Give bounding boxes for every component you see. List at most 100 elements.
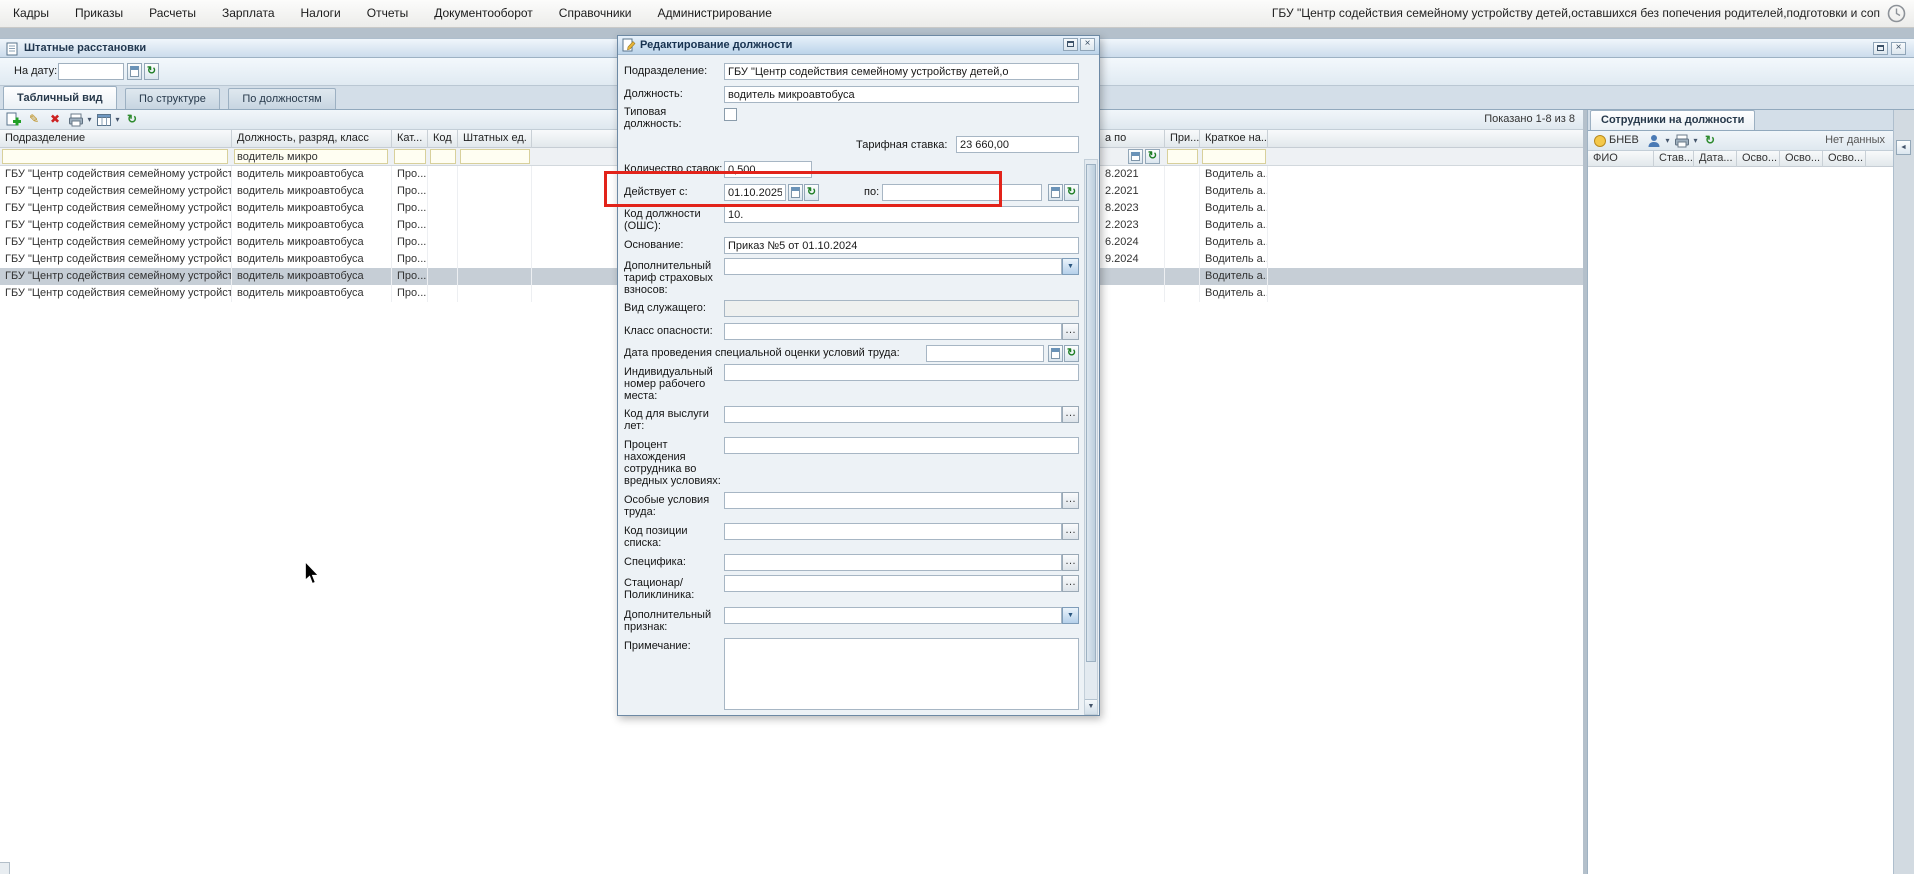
harmful-percent-input[interactable]: [724, 437, 1079, 454]
tab-employees-on-position[interactable]: Сотрудники на должности: [1590, 110, 1756, 130]
dropdown-trigger-icon[interactable]: ▼: [1062, 607, 1079, 624]
calendar-icon[interactable]: [1048, 184, 1063, 201]
calendar-green-icon[interactable]: ↻: [1064, 345, 1079, 362]
filter-position-input[interactable]: [234, 149, 388, 164]
filter-short-name-input[interactable]: [1202, 149, 1266, 164]
filter-units-input[interactable]: [460, 149, 530, 164]
delete-icon[interactable]: ✖: [47, 112, 63, 128]
hazard-class-input[interactable]: [724, 323, 1062, 340]
calendar-icon[interactable]: [1048, 345, 1063, 362]
refresh-icon[interactable]: ↻: [124, 112, 140, 128]
scroll-down-icon[interactable]: ▼: [1085, 699, 1097, 714]
hospital-input[interactable]: [724, 575, 1062, 592]
calendar-icon[interactable]: [127, 63, 142, 80]
menu-item-prikazy[interactable]: Приказы: [62, 0, 136, 27]
scrollbar-thumb[interactable]: [1086, 164, 1096, 662]
extra-tariff-input[interactable]: [724, 258, 1062, 275]
tab-table-view[interactable]: Табличный вид: [3, 86, 117, 109]
list-position-code-input[interactable]: [724, 523, 1062, 540]
note-textarea[interactable]: [724, 638, 1079, 710]
bnev-icon[interactable]: [1592, 134, 1608, 150]
bnev-label[interactable]: БНЕВ: [1609, 131, 1639, 150]
column-header-stav[interactable]: Став...: [1654, 151, 1694, 167]
column-header-short-name[interactable]: Краткое на...: [1200, 130, 1268, 148]
ellipsis-picker-icon[interactable]: …: [1062, 492, 1079, 509]
ellipsis-picker-icon[interactable]: …: [1062, 554, 1079, 571]
print-icon[interactable]: [1674, 133, 1690, 149]
collapse-panel-icon[interactable]: ◄: [1896, 140, 1911, 155]
column-header-osvo-2[interactable]: Осво...: [1780, 151, 1823, 167]
ellipsis-picker-icon[interactable]: …: [1062, 323, 1079, 340]
filter-date-green-icon[interactable]: ↻: [1145, 149, 1160, 164]
special-conditions-input[interactable]: [724, 492, 1062, 509]
filter-category-input[interactable]: [394, 149, 426, 164]
ellipsis-picker-icon[interactable]: …: [1062, 406, 1079, 423]
extra-attr-input[interactable]: [724, 607, 1062, 624]
operations-menu-arrow-icon[interactable]: ▾: [113, 112, 122, 128]
dialog-minimize-button[interactable]: [1063, 38, 1078, 51]
column-header-pri[interactable]: При...: [1165, 130, 1200, 148]
refresh-icon[interactable]: ↻: [1702, 133, 1718, 149]
column-header-code[interactable]: Код: [428, 130, 458, 148]
menu-item-spravochniki[interactable]: Справочники: [546, 0, 645, 27]
seniority-code-input[interactable]: [724, 406, 1062, 423]
on-date-input[interactable]: [58, 63, 124, 80]
tab-by-positions[interactable]: По должностям: [228, 88, 336, 109]
clock-icon[interactable]: [1887, 4, 1906, 28]
dialog-titlebar[interactable]: Редактирование должности ×: [618, 36, 1099, 55]
calendar-green-icon[interactable]: ↻: [144, 63, 159, 80]
menu-item-administrirovanie[interactable]: Администрирование: [645, 0, 785, 27]
add-icon[interactable]: [5, 112, 21, 128]
operations-icon[interactable]: [96, 112, 112, 128]
calendar-icon[interactable]: [788, 184, 803, 201]
column-header-position[interactable]: Должность, разряд, класс: [232, 130, 392, 148]
tab-by-structure[interactable]: По структуре: [125, 88, 220, 109]
dropdown-trigger-icon[interactable]: ▼: [1062, 258, 1079, 275]
print-menu-arrow-icon[interactable]: ▾: [1691, 133, 1700, 149]
dialog-scrollbar[interactable]: ▼: [1084, 159, 1098, 715]
position-input[interactable]: [724, 86, 1079, 103]
column-header-data[interactable]: Дата...: [1694, 151, 1737, 167]
filter-pri-input[interactable]: [1167, 149, 1198, 164]
column-header-osvo-3[interactable]: Осво...: [1823, 151, 1866, 167]
close-window-button[interactable]: ×: [1891, 42, 1906, 55]
ellipsis-picker-icon[interactable]: …: [1062, 523, 1079, 540]
workplace-number-input[interactable]: [724, 364, 1079, 381]
column-header-units[interactable]: Штатных ед.: [458, 130, 532, 148]
column-header-date-to[interactable]: а по: [1100, 130, 1165, 148]
column-header-fio[interactable]: ФИО: [1588, 151, 1654, 167]
menu-item-zarplata[interactable]: Зарплата: [209, 0, 288, 27]
division-input[interactable]: [724, 63, 1079, 80]
restore-window-button[interactable]: [1873, 42, 1888, 55]
menu-item-dokumentooborot[interactable]: Документооборот: [421, 0, 546, 27]
column-header-category[interactable]: Кат...: [392, 130, 428, 148]
filter-code-input[interactable]: [430, 149, 456, 164]
person-icon[interactable]: [1646, 133, 1662, 149]
dialog-close-button[interactable]: ×: [1080, 38, 1095, 51]
filter-date-calendar-icon[interactable]: [1128, 149, 1143, 164]
print-menu-arrow-icon[interactable]: ▾: [85, 112, 94, 128]
quantity-input[interactable]: [724, 161, 812, 178]
menu-item-kadry[interactable]: Кадры: [0, 0, 62, 27]
table-cell-units: [458, 251, 532, 268]
column-header-division[interactable]: Подразделение: [0, 130, 232, 148]
sout-date-input[interactable]: [926, 345, 1044, 362]
menu-item-nalogi[interactable]: Налоги: [288, 0, 354, 27]
typical-position-checkbox[interactable]: [724, 108, 737, 121]
valid-from-input[interactable]: [724, 184, 786, 201]
person-menu-arrow-icon[interactable]: ▾: [1663, 133, 1672, 149]
calendar-green-icon[interactable]: ↻: [1064, 184, 1079, 201]
print-icon[interactable]: [68, 112, 84, 128]
basis-input[interactable]: [724, 237, 1079, 254]
menu-item-raschety[interactable]: Расчеты: [136, 0, 209, 27]
edit-icon[interactable]: ✎: [26, 112, 42, 128]
filter-division-input[interactable]: [2, 149, 228, 164]
rate-input[interactable]: [956, 136, 1079, 153]
menu-item-otchety[interactable]: Отчеты: [354, 0, 421, 27]
column-header-osvo-1[interactable]: Осво...: [1737, 151, 1780, 167]
ellipsis-picker-icon[interactable]: …: [1062, 575, 1079, 592]
valid-to-input[interactable]: [882, 184, 1042, 201]
calendar-green-icon[interactable]: ↻: [804, 184, 819, 201]
code-oshs-input[interactable]: [724, 206, 1079, 223]
specifics-input[interactable]: [724, 554, 1062, 571]
